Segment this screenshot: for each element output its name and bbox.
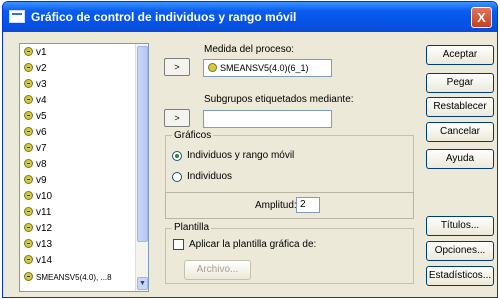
list-item[interactable]: v9: [24, 175, 47, 189]
scale-variable-icon: [24, 79, 33, 88]
list-item[interactable]: v8: [24, 159, 47, 173]
titulos-button[interactable]: Títulos...: [426, 216, 494, 236]
scale-variable-icon: [24, 239, 33, 248]
list-item[interactable]: v13: [24, 239, 52, 253]
scale-variable-icon: [24, 255, 33, 264]
scale-variable-icon: [24, 63, 33, 72]
dialog-window: Gráfico de control de individuos y rango…: [2, 1, 498, 298]
radio-individuos[interactable]: [172, 172, 182, 182]
scale-variable-icon: [24, 191, 33, 200]
amplitud-input[interactable]: 2: [296, 197, 320, 213]
scale-variable-icon: [24, 175, 33, 184]
medida-label: Medida del proceso:: [204, 44, 295, 55]
scale-variable-icon: [208, 63, 217, 72]
scale-variable-icon: [24, 95, 33, 104]
amplitud-label: Amplitud:: [255, 200, 297, 211]
archivo-button[interactable]: Archivo...: [184, 260, 251, 280]
opciones-button[interactable]: Opciones...: [426, 241, 494, 261]
list-item[interactable]: v14: [24, 255, 52, 269]
close-button[interactable]: X: [471, 7, 492, 28]
graficos-title: Gráficos: [172, 130, 214, 141]
move-to-subgrupos-button[interactable]: >: [164, 109, 190, 127]
list-item[interactable]: v12: [24, 223, 52, 237]
scale-variable-icon: [24, 143, 33, 152]
restablecer-button[interactable]: Restablecer: [426, 97, 494, 117]
plantilla-title: Plantilla: [172, 222, 212, 233]
radio-individuos-rango-label: Individuos y rango móvil: [187, 150, 295, 161]
scale-variable-icon: [24, 111, 33, 120]
scale-variable-icon: [24, 223, 33, 232]
ayuda-button[interactable]: Ayuda: [426, 149, 494, 169]
list-item[interactable]: v7: [24, 143, 47, 157]
subgrupos-label: Subgrupos etiquetados mediante:: [204, 94, 354, 105]
app-icon: [9, 10, 25, 23]
aplicar-plantilla-checkbox[interactable]: [173, 239, 184, 250]
medida-field[interactable]: SMEANSV5(4.0)(6_1): [203, 59, 332, 77]
pegar-button[interactable]: Pegar: [426, 73, 494, 93]
radio-individuos-rango[interactable]: [172, 151, 182, 161]
title-bar: Gráfico de control de individuos y rango…: [3, 2, 497, 32]
scrollbar-thumb[interactable]: [137, 46, 148, 242]
window-title: Gráfico de control de individuos y rango…: [31, 10, 297, 24]
scale-variable-icon: [24, 272, 33, 281]
scale-variable-icon: [24, 207, 33, 216]
scale-variable-icon: [24, 127, 33, 136]
aplicar-plantilla-label: Aplicar la plantilla gráfica de:: [189, 239, 317, 250]
list-item[interactable]: v1: [24, 47, 47, 61]
radio-individuos-label: Individuos: [187, 171, 233, 182]
estadisticos-button[interactable]: Estadísticos...: [426, 266, 494, 286]
cancelar-button[interactable]: Cancelar: [426, 122, 494, 142]
aceptar-button[interactable]: Aceptar: [426, 45, 494, 65]
list-item[interactable]: v3: [24, 79, 47, 93]
scale-variable-icon: [24, 47, 33, 56]
list-item[interactable]: v4: [24, 95, 47, 109]
subgrupos-field[interactable]: [203, 110, 332, 128]
list-item[interactable]: v11: [24, 207, 51, 221]
vertical-scrollbar[interactable]: ▼: [135, 44, 148, 291]
list-item[interactable]: v6: [24, 127, 47, 141]
scale-variable-icon: [24, 159, 33, 168]
scroll-down-arrow[interactable]: ▼: [137, 277, 148, 290]
list-item[interactable]: v10: [24, 191, 52, 205]
list-item[interactable]: SMEANSV5(4.0), ...8: [24, 272, 112, 286]
list-item[interactable]: v2: [24, 63, 47, 77]
move-to-medida-button[interactable]: >: [164, 58, 190, 76]
variable-list[interactable]: v1 v2 v3 v4 v5 v6 v7 v8 v9 v10 v11 v12 v…: [19, 43, 149, 292]
list-item[interactable]: v5: [24, 111, 47, 125]
